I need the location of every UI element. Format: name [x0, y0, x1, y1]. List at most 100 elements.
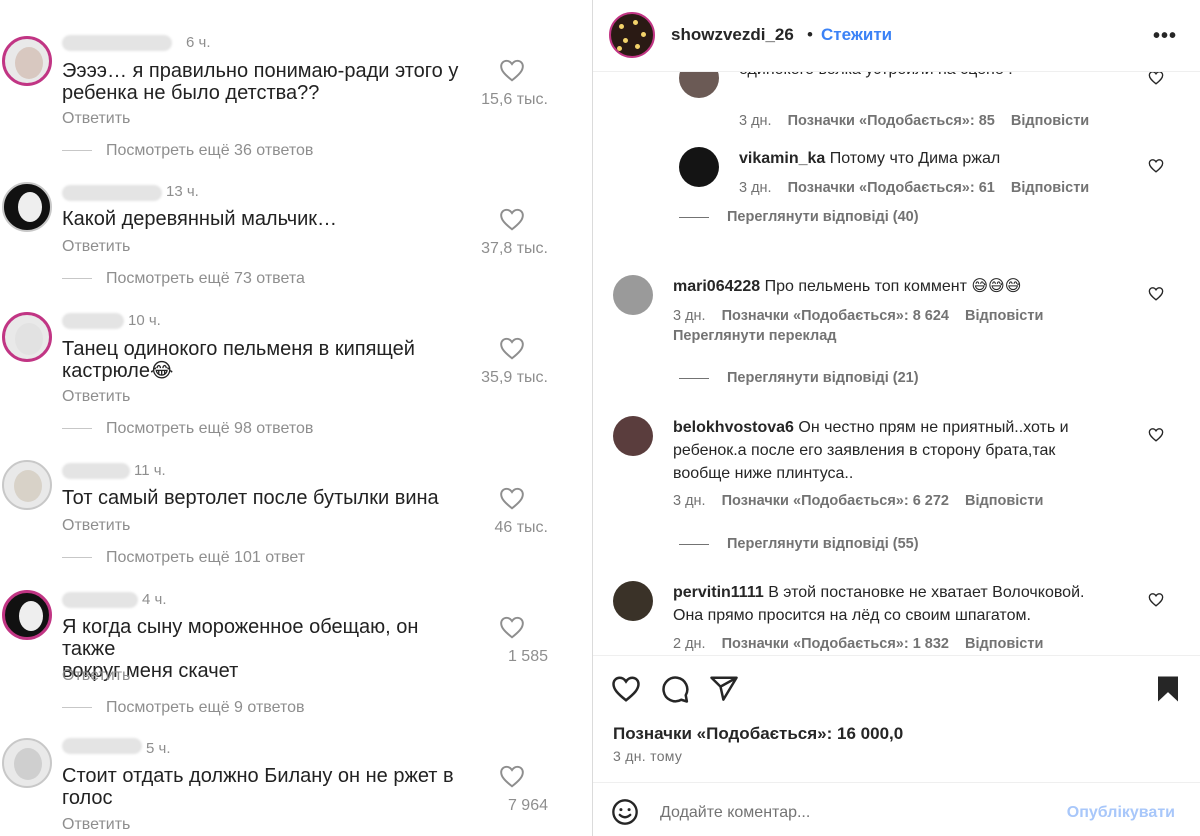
view-replies-button[interactable]: Переглянути відповіді (40)	[727, 209, 919, 225]
reply-button[interactable]: Відповісти	[965, 493, 1043, 509]
like-count[interactable]: Позначки «Подобається»: 61	[788, 180, 995, 196]
post-likes-total[interactable]: Позначки «Подобається»: 16 000,0	[613, 724, 903, 744]
avatar[interactable]	[2, 460, 52, 510]
divider	[62, 428, 92, 429]
reply-button[interactable]: Ответить	[62, 816, 130, 834]
heart-icon[interactable]	[499, 486, 525, 510]
reply-button[interactable]: Ответить	[62, 388, 130, 406]
avatar[interactable]	[679, 147, 719, 187]
like-count[interactable]: Позначки «Подобається»: 85	[788, 113, 995, 129]
heart-icon[interactable]	[499, 58, 525, 82]
comment-text: vikamin_ka Потому что Дима ржал	[739, 150, 1001, 167]
bookmark-icon[interactable]	[1153, 674, 1183, 704]
publish-button[interactable]: Опублікувати	[1067, 804, 1175, 822]
divider	[62, 707, 92, 708]
comment-time: 10 ч.	[128, 312, 161, 329]
comment-time: 3 дн.	[673, 308, 706, 324]
divider	[679, 378, 709, 379]
comment-text: Ээээ… я правильно понимаю-ради этого у р…	[62, 60, 459, 104]
comment-time: 4 ч.	[142, 591, 167, 608]
heart-icon[interactable]	[1148, 70, 1164, 85]
heart-icon[interactable]	[1148, 286, 1164, 301]
separator-dot: •	[807, 25, 813, 44]
divider	[62, 150, 92, 151]
comment-meta: 3 дн. Позначки «Подобається»: 8 624 Відп…	[673, 308, 1055, 324]
like-count[interactable]: Позначки «Подобається»: 1 832	[722, 636, 949, 652]
comment-meta: 3 дн. Позначки «Подобається»: 61 Відпові…	[739, 180, 1101, 196]
comment-text: Танец одинокого пельменя в кипящей кастр…	[62, 338, 415, 382]
reply-button[interactable]: Ответить	[62, 238, 130, 256]
comment-time: 2 дн.	[673, 636, 706, 652]
like-count[interactable]: Позначки «Подобається»: 8 624	[722, 308, 949, 324]
username-blurred	[62, 738, 142, 754]
heart-icon[interactable]	[1148, 592, 1164, 607]
like-count: 15,6 тыс.	[481, 91, 548, 108]
comment-time: 6 ч.	[186, 34, 211, 51]
like-count[interactable]: Позначки «Подобається»: 6 272	[722, 493, 949, 509]
comment-text: mari064228 Про пельмень топ коммент 😅😅😅	[673, 278, 1022, 295]
comment-text: Тот самый вертолет после бутылки вина	[62, 487, 439, 509]
left-comments-screenshot: 6 ч. Ээээ… я правильно понимаю-ради этог…	[0, 0, 592, 836]
more-icon[interactable]: •••	[1153, 25, 1177, 48]
comment-input[interactable]: Додайте коментар...	[660, 804, 810, 822]
username-blurred	[62, 185, 162, 201]
heart-icon[interactable]	[1148, 427, 1164, 442]
view-more-replies[interactable]: Посмотреть ещё 101 ответ	[106, 549, 305, 567]
reply-button[interactable]: Відповісти	[1011, 113, 1089, 129]
heart-icon[interactable]	[499, 764, 525, 788]
translate-button[interactable]: Переглянути переклад	[673, 328, 848, 344]
comment-text: pervitin1111 В этой постановке не хватае…	[673, 584, 1085, 624]
comment-username[interactable]: belokhvostova6	[673, 419, 794, 436]
avatar[interactable]	[2, 312, 52, 362]
username-blurred	[62, 463, 130, 479]
avatar[interactable]	[613, 416, 653, 456]
comment-meta: 3 дн. Позначки «Подобається»: 85 Відпові…	[739, 113, 1101, 129]
comment-time: 13 ч.	[166, 183, 199, 200]
like-count: 7 964	[507, 797, 548, 814]
post-header: showzvezdi_26 • Стежити •••	[593, 0, 1200, 72]
reply-button[interactable]: Ответить	[62, 517, 130, 535]
avatar[interactable]	[613, 581, 653, 621]
reply-button[interactable]: Відповісти	[965, 308, 1043, 324]
avatar[interactable]	[2, 36, 52, 86]
heart-icon[interactable]	[1148, 158, 1164, 173]
view-more-replies[interactable]: Посмотреть ещё 36 ответов	[106, 142, 313, 160]
avatar[interactable]	[2, 590, 52, 640]
comment-username[interactable]: vikamin_ka	[739, 150, 825, 167]
comment-username[interactable]: mari064228	[673, 278, 760, 295]
share-icon[interactable]	[709, 674, 739, 704]
view-replies-button[interactable]: Переглянути відповіді (21)	[727, 370, 919, 386]
heart-icon[interactable]	[499, 615, 525, 639]
divider	[679, 217, 709, 218]
emoji-icon[interactable]	[611, 798, 639, 826]
post-actions: Позначки «Подобається»: 16 000,0 3 дн. т…	[593, 655, 1200, 836]
view-more-replies[interactable]: Посмотреть ещё 73 ответа	[106, 270, 305, 288]
post-timestamp: 3 дн. тому	[613, 748, 683, 764]
view-more-replies[interactable]: Посмотреть ещё 98 ответов	[106, 420, 313, 438]
reply-button[interactable]: Ответить	[62, 110, 130, 128]
divider	[62, 278, 92, 279]
reply-button[interactable]: Відповісти	[1011, 180, 1089, 196]
view-replies-button[interactable]: Переглянути відповіді (55)	[727, 536, 919, 552]
follow-button[interactable]: Стежити	[821, 25, 892, 45]
post-comments-panel: showzvezdi_26 • Стежити ••• одинокого во…	[592, 0, 1200, 836]
view-more-replies[interactable]: Посмотреть ещё 9 ответов	[106, 699, 305, 717]
like-count: 46 тыс.	[494, 519, 548, 536]
reply-button[interactable]: Відповісти	[965, 636, 1043, 652]
heart-icon[interactable]	[499, 207, 525, 231]
avatar[interactable]	[2, 738, 52, 788]
username-blurred	[62, 313, 124, 329]
reply-button[interactable]: Ответить	[62, 667, 130, 685]
comment-meta: 3 дн. Позначки «Подобається»: 6 272 Відп…	[673, 493, 1055, 509]
heart-icon[interactable]	[611, 674, 641, 704]
post-username[interactable]: showzvezdi_26	[671, 25, 794, 45]
avatar[interactable]	[613, 275, 653, 315]
avatar[interactable]	[609, 12, 655, 58]
comment-time: 3 дн.	[739, 180, 772, 196]
comment-text: Стоит отдать должно Билану он не ржет в …	[62, 765, 454, 809]
avatar[interactable]	[2, 182, 52, 232]
comment-icon[interactable]	[660, 674, 690, 704]
divider	[679, 544, 709, 545]
comment-username[interactable]: pervitin1111	[673, 584, 764, 601]
heart-icon[interactable]	[499, 336, 525, 360]
